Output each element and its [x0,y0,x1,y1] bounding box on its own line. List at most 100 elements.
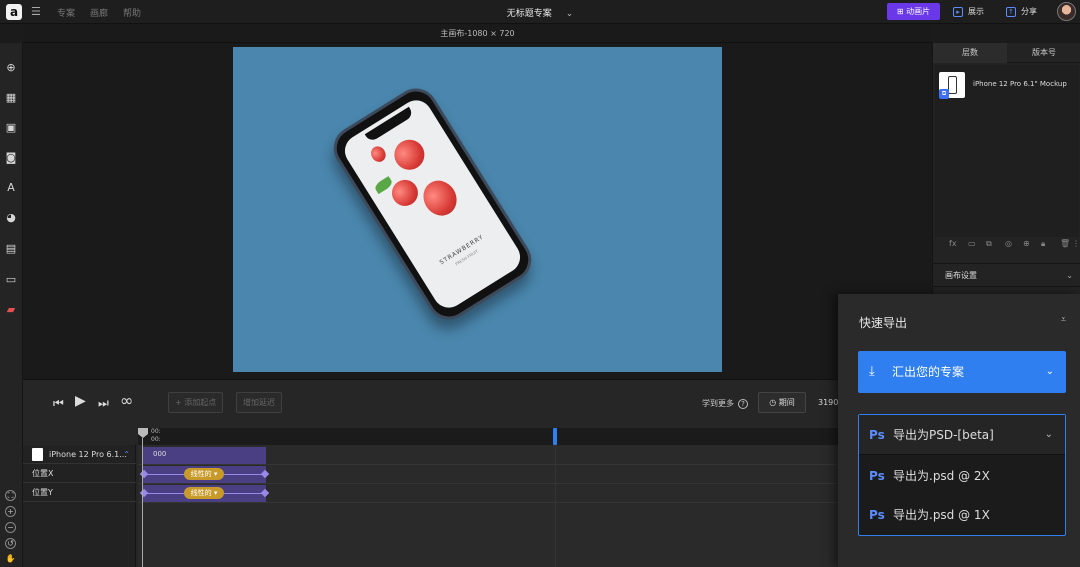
reset-zoom-icon[interactable]: ↺ [5,538,16,549]
help-icon: ? [738,399,748,409]
canvas-label: 主画布-1080 × 720 [23,24,932,43]
animation-button-label: 动画片 [906,7,931,16]
folder-icon[interactable]: ▰ [5,304,17,316]
learn-more-label: 学到更多 [702,399,734,408]
collapse-icon[interactable]: ⌃ [123,445,130,464]
download-icon: ⤓ [869,364,875,379]
strawberry-image [387,175,423,211]
play-icon[interactable]: ▶ [75,393,86,409]
strawberry-image [368,143,389,165]
show-button-label: 展示 [968,7,984,16]
delete-icon[interactable]: 🗑︎ [1060,239,1070,248]
photoshop-icon: Ps [869,508,885,522]
playhead-handle[interactable] [138,428,148,438]
mockup-brand-text: STRAWBERRY [438,233,486,267]
skip-forward-icon[interactable]: ⏭ [98,396,109,411]
show-button[interactable]: ▸ 展示 [953,3,984,20]
loop-icon[interactable]: ∞ [120,391,133,410]
skip-back-icon[interactable]: ⏮ [53,396,64,411]
layer-item[interactable]: ⧉ iPhone 12 Pro 6.1" Mockup [939,72,1079,100]
screen-icon[interactable]: ▭ [5,274,17,286]
canvas-settings-section[interactable]: 画布设置 ⌄ [933,263,1080,287]
timeline-ruler[interactable]: 00: 00: [138,428,932,445]
duration-value[interactable]: 3190 [818,398,838,407]
track-row-position-x[interactable]: 位置X [23,464,136,483]
effects-icon[interactable]: fx [949,239,957,248]
image-icon[interactable]: ▤ [5,243,17,255]
track-row-layer[interactable]: iPhone 12 Pro 6.1... ⌃ [23,445,136,464]
top-bar: a ☰ 专案 画廊 帮助 无标题专案 ⌄ ⊞ 动画片 ▸ 展示 ↑ 分享 [0,0,1080,24]
lane-divider [138,483,932,484]
zoom-out-icon[interactable]: − [5,522,16,533]
add-keyframe-button[interactable]: + 添加起点 [168,392,224,413]
easing-badge[interactable]: 线性的 ▾ [184,468,224,480]
track-row-position-y[interactable]: 位置Y [23,483,136,502]
camera-icon[interactable]: ◙ [5,152,17,164]
collapse-icon[interactable]: ⩡ [1061,315,1066,325]
iphone-frame: STRAWBERRY FRESH FRUIT [325,80,540,328]
user-avatar[interactable] [1057,2,1076,21]
add-layer-icon[interactable]: ⊕ [1023,239,1030,248]
chevron-down-icon: ⌄ [1045,366,1054,377]
artboard[interactable]: STRAWBERRY FRESH FRUIT [233,47,722,372]
strawberry-image [388,134,431,176]
tab-layers[interactable]: 层数 [933,43,1007,63]
chevron-down-icon: ⌄ [565,9,574,19]
export-format-selected[interactable]: Ps 导出为PSD-[beta] ⌄ [859,415,1065,455]
easing-badge[interactable]: 线性的 ▾ [184,487,224,499]
duplicate-icon[interactable]: ⧉ [986,239,992,249]
quick-export-panel: 快速导出 ⩡ ⤓ 汇出您的专案 ⌄ Ps 导出为PSD-[beta] ⌄ Ps … [838,294,1080,567]
add-delay-button[interactable]: 增加延迟 [236,392,282,413]
shapes-icon[interactable]: ◕ [5,212,17,224]
export-format-dropdown[interactable]: Ps 导出为PSD-[beta] ⌄ Ps 导出为.psd @ 2X Ps 导出… [858,414,1066,536]
zoom-in-icon[interactable]: + [5,506,16,517]
playhead-line [142,438,143,567]
export-option-label: 导出为.psd @ 2X [893,469,990,483]
iphone-notch [364,106,415,143]
lock-icon[interactable]: 🔒︎ [1041,239,1045,249]
strawberry-image [416,174,464,222]
more-icon[interactable]: ⋮ [1072,239,1080,248]
hand-tool-icon[interactable]: ✋ [5,554,16,565]
export-option-psd-1x[interactable]: Ps 导出为.psd @ 1X [859,495,1065,535]
timeline-end-divider [555,445,556,567]
photoshop-icon: Ps [869,469,885,483]
keyframe-diamond[interactable] [260,488,270,498]
mask-icon[interactable]: ◎ [1005,239,1012,248]
ruler-time-label-1: 00: [151,428,161,435]
export-option-label: 导出为.psd @ 1X [893,508,990,522]
track-label: iPhone 12 Pro 6.1... [49,450,127,459]
photoshop-icon: Ps [869,428,885,442]
export-format-selected-label: 导出为PSD-[beta] [893,428,994,442]
mockups-icon[interactable]: ▣ [5,122,17,134]
export-project-button[interactable]: ⤓ 汇出您的专案 ⌄ [858,351,1066,393]
export-option-psd-2x[interactable]: Ps 导出为.psd @ 2X [859,456,1065,496]
right-panel-tabs: 层数 版本号 [933,43,1080,63]
learn-more-link[interactable]: 学到更多? [702,398,748,409]
position-x-clip[interactable]: 线性的 ▾ [139,466,270,483]
templates-icon[interactable]: ▦ [5,92,17,104]
left-toolbar: ⊕ ▦ ▣ ◙ A ◕ ▤ ▭ ▰ ⛶ + − ↺ ✋ [0,43,23,567]
folder-icon[interactable]: ▭ [968,239,976,248]
document-title-text: 无标题专案 [506,9,552,19]
track-lanes: 000 线性的 ▾ 线性的 ▾ [138,445,932,567]
share-button[interactable]: ↑ 分享 [1006,3,1037,20]
add-icon[interactable]: ⊕ [5,62,17,74]
keyframe-diamond[interactable] [260,469,270,479]
lane-divider [138,502,932,503]
duration-button-label: 期间 [778,398,795,407]
animation-button[interactable]: ⊞ 动画片 [887,3,940,20]
position-y-clip[interactable]: 线性的 ▾ [139,485,270,502]
text-icon[interactable]: A [5,182,17,194]
layer-clip[interactable]: 000 [143,447,266,464]
fit-screen-icon[interactable]: ⛶ [5,490,16,501]
export-project-label: 汇出您的专案 [892,365,965,379]
canvas-settings-label: 画布设置 [945,271,977,280]
end-marker[interactable] [553,428,557,445]
add-keyframe-label: 添加起点 [184,398,217,407]
chevron-down-icon: ⌄ [1066,271,1073,280]
tab-versions[interactable]: 版本号 [1007,43,1080,63]
duration-button[interactable]: ◷ 期间 [758,392,806,413]
present-icon: ▸ [953,6,963,17]
ruler-time-label: 00: 00: [151,428,161,444]
